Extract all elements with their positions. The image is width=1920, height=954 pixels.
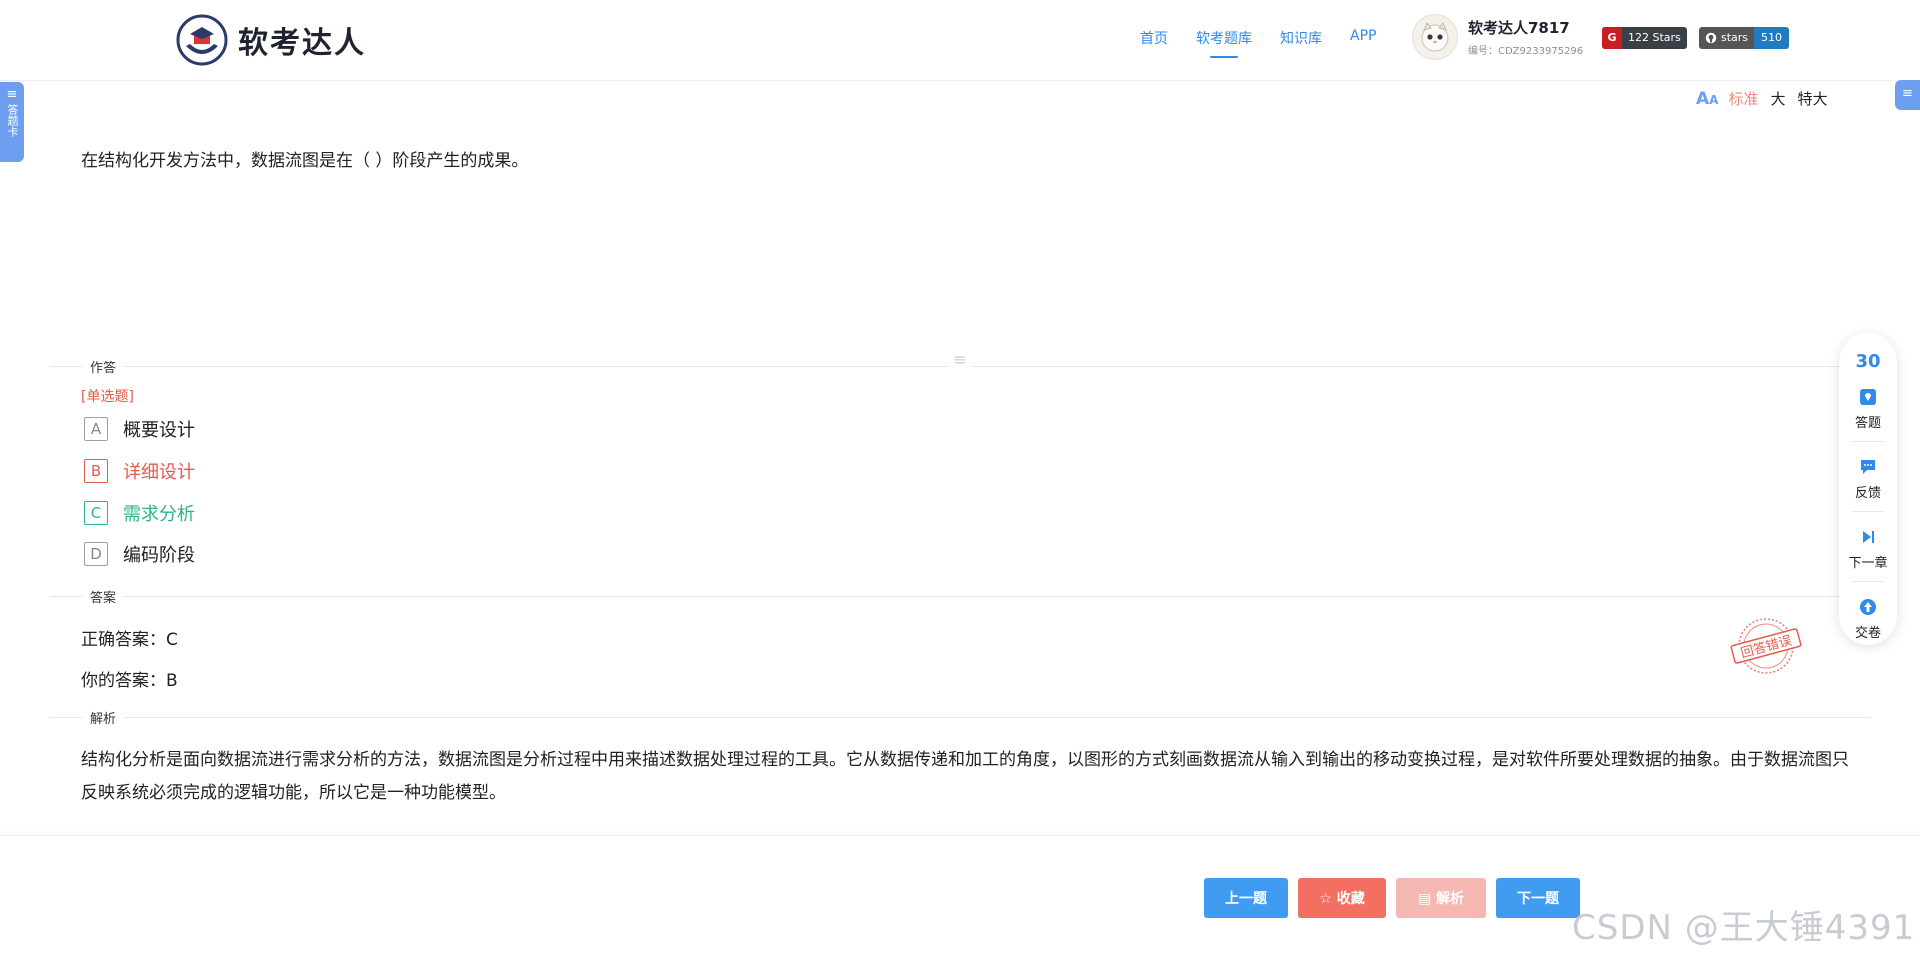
- divider: [1852, 581, 1884, 582]
- answer-sheet-icon: [1860, 389, 1876, 405]
- option-letter: B: [84, 459, 108, 483]
- user-info: 软考达人7817 编号：CDZ9233975296: [1468, 17, 1583, 57]
- option-text: 需求分析: [123, 504, 195, 525]
- github-badge-left: stars: [1699, 27, 1755, 49]
- logo-emblem-icon: [176, 14, 228, 66]
- option-letter: A: [84, 417, 108, 441]
- analysis-text: 结构化分析是面向数据流进行需求分析的方法，数据流图是分析过程中用来描述数据处理过…: [81, 750, 1849, 803]
- nav-question-bank[interactable]: 软考题库: [1196, 28, 1252, 58]
- option-d[interactable]: D 编码阶段: [84, 541, 195, 567]
- question-count: 30: [1855, 351, 1881, 372]
- font-size-icon: AA: [1696, 88, 1719, 109]
- section-label-answer-area: 作答: [82, 357, 125, 376]
- section-label-analysis: 解析: [82, 708, 125, 727]
- github-stars-badge[interactable]: stars 510: [1699, 27, 1790, 49]
- nav-knowledge[interactable]: 知识库: [1280, 28, 1322, 48]
- gitee-stars-count: 122 Stars: [1628, 31, 1681, 44]
- user-name: 软考达人7817: [1468, 19, 1570, 37]
- font-size-standard[interactable]: 标准: [1728, 88, 1758, 109]
- your-answer: 你的答案：B: [81, 671, 178, 691]
- section-label-answer: 答案: [82, 587, 125, 606]
- font-size-large[interactable]: 大: [1770, 88, 1785, 109]
- question-text: 在结构化开发方法中，数据流图是在（ ）阶段产生的成果。: [81, 151, 529, 171]
- main-nav: 首页 软考题库 知识库 APP: [1140, 28, 1404, 58]
- divider: [1852, 511, 1884, 512]
- correct-answer: 正确答案：C: [81, 630, 178, 650]
- prev-question-button[interactable]: 上一题: [1204, 878, 1288, 918]
- cat-avatar-icon: [1421, 22, 1449, 52]
- option-c[interactable]: C 需求分析: [84, 500, 195, 526]
- font-size-selector: AA 标准 大 特大: [1696, 88, 1840, 109]
- feedback-button[interactable]: 反馈: [1839, 458, 1897, 501]
- option-text: 详细设计: [123, 462, 195, 483]
- resize-handle-icon[interactable]: ≡: [948, 352, 972, 371]
- user-id: 编号：CDZ9233975296: [1468, 46, 1584, 57]
- option-b[interactable]: B 详细设计: [84, 458, 195, 484]
- option-letter: D: [84, 542, 108, 566]
- favorite-button[interactable]: ☆ 收藏: [1298, 878, 1386, 918]
- answer-card-label: 答题卡: [6, 104, 19, 137]
- user-profile[interactable]: 软考达人7817 编号：CDZ9233975296: [1412, 14, 1583, 60]
- feedback-icon: [1861, 460, 1875, 474]
- option-letter: C: [84, 501, 108, 525]
- submit-icon: [1860, 599, 1876, 615]
- github-badge-label: stars: [1721, 31, 1749, 44]
- next-chapter-icon: [1863, 531, 1874, 543]
- floating-action-panel: 30 答题 反馈 下一章 交卷: [1839, 333, 1897, 645]
- logo-text: 软考达人: [238, 26, 366, 61]
- menu-lines-icon: ≡: [1902, 86, 1913, 101]
- font-size-xlarge[interactable]: 特大: [1798, 88, 1828, 109]
- option-text: 概要设计: [123, 420, 195, 441]
- avatar[interactable]: [1412, 14, 1458, 60]
- option-a[interactable]: A 概要设计: [84, 416, 195, 442]
- divider: [1852, 441, 1884, 442]
- answer-sheet-button[interactable]: 答题: [1839, 388, 1897, 431]
- option-text: 编码阶段: [123, 545, 195, 566]
- next-chapter-button[interactable]: 下一章: [1839, 528, 1897, 571]
- github-icon: [1705, 32, 1717, 44]
- csdn-watermark: CSDN @王大锤4391: [1572, 908, 1916, 948]
- site-logo[interactable]: 软考达人: [176, 14, 366, 66]
- section-divider: [50, 717, 1870, 718]
- gitee-icon: G: [1602, 27, 1622, 49]
- submit-exam-button[interactable]: 交卷: [1839, 598, 1897, 641]
- analysis-button[interactable]: ▤ 解析: [1396, 878, 1486, 918]
- github-stars-count: 510: [1754, 27, 1790, 49]
- top-header: 软考达人 首页 软考题库 知识库 APP 软考达人7817 编号：CDZ9233…: [0, 0, 1920, 81]
- gitee-stars-badge[interactable]: G 122 Stars: [1602, 27, 1687, 49]
- section-divider: [50, 596, 1870, 597]
- right-menu-tab[interactable]: ≡: [1895, 80, 1920, 110]
- answer-card-tab[interactable]: ≡ 答题卡: [0, 82, 24, 162]
- wrong-answer-stamp-icon: 回答错误: [1730, 618, 1802, 674]
- nav-app[interactable]: APP: [1350, 28, 1376, 48]
- menu-lines-icon: ≡: [6, 87, 18, 102]
- nav-home[interactable]: 首页: [1140, 28, 1168, 48]
- next-question-button[interactable]: 下一题: [1496, 878, 1580, 918]
- question-type-label: [单选题]: [81, 389, 134, 405]
